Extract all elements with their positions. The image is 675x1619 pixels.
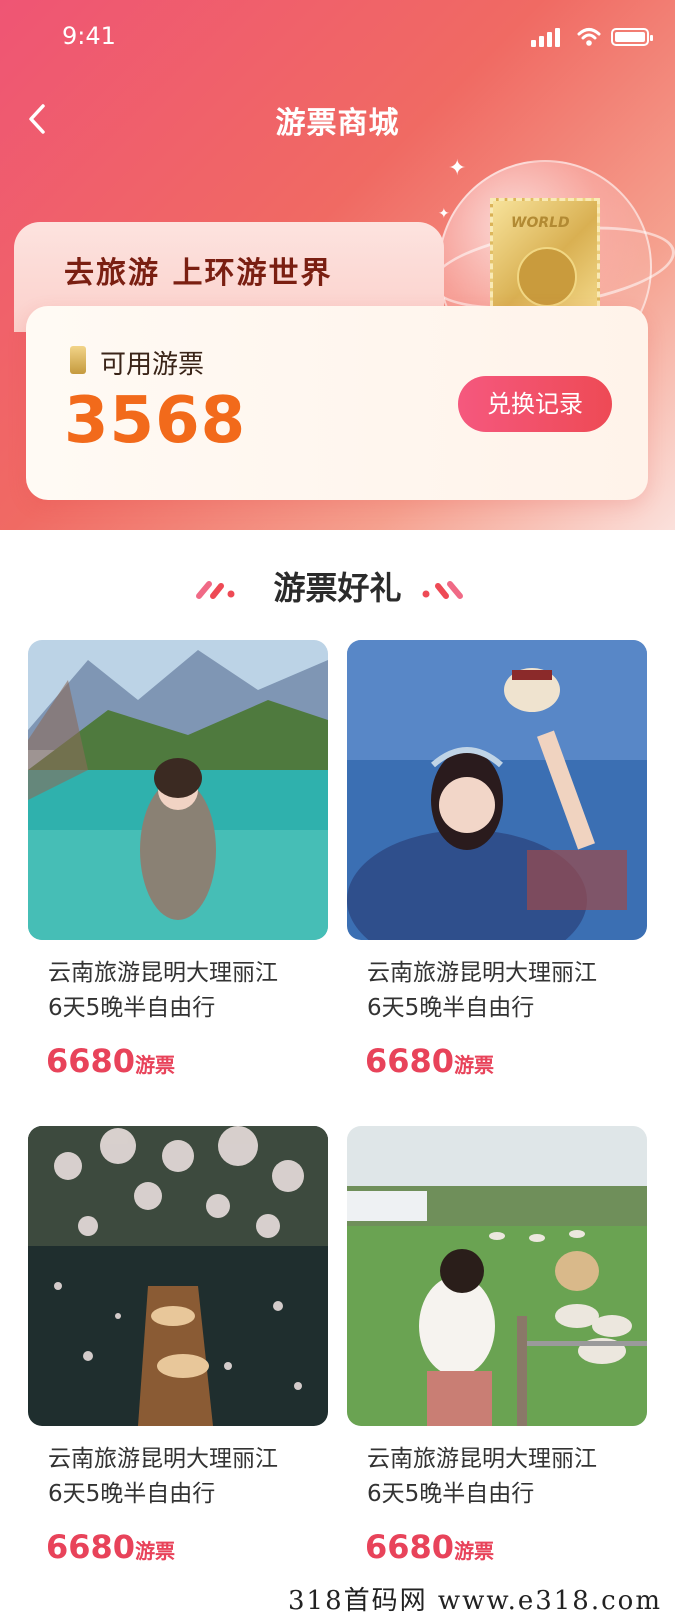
exchange-history-button[interactable]: 兑换记录 — [458, 376, 612, 432]
sparkle-icon: ✦ — [438, 206, 450, 222]
balance-label: 可用游票 — [100, 350, 205, 380]
product-price: 6680游票 — [365, 1042, 495, 1080]
slogan-text: 去旅游 上环游世界 — [64, 256, 333, 291]
status-icons — [531, 26, 653, 50]
product-image-sheep-field[interactable] — [347, 1126, 647, 1426]
product-card[interactable]: 云南旅游昆明大理丽江 6天5晚半自由行 6680游票 — [28, 1126, 328, 1576]
hero-banner: 9:41 游票商城 WORLD ✦ ✦ 去旅游 上环游世界 可用游票 3568 … — [0, 0, 675, 530]
product-price: 6680游票 — [46, 1528, 176, 1566]
product-image-blossom-boat[interactable] — [28, 1126, 328, 1426]
page-title: 游票商城 — [275, 106, 400, 141]
product-price: 6680游票 — [46, 1042, 176, 1080]
section-decoration-right — [422, 581, 463, 599]
section-title: 游票好礼 — [273, 569, 402, 607]
product-card[interactable]: 云南旅游昆明大理丽江 6天5晚半自由行 6680游票 — [347, 1126, 647, 1576]
status-time: 9:41 — [62, 22, 116, 50]
product-card[interactable]: 云南旅游昆明大理丽江 6天5晚半自由行 6680游票 — [347, 640, 647, 1090]
product-image-lake[interactable] — [28, 640, 328, 940]
ticket-coin-icon — [70, 346, 86, 374]
sparkle-icon: ✦ — [448, 156, 467, 181]
product-title: 云南旅游昆明大理丽江 6天5晚半自由行 — [48, 960, 278, 1021]
balance-value: 3568 — [64, 384, 247, 458]
product-title: 云南旅游昆明大理丽江 6天5晚半自由行 — [367, 960, 597, 1021]
product-card[interactable]: 云南旅游昆明大理丽江 6天5晚半自由行 6680游票 — [28, 640, 328, 1090]
world-ticket-icon: WORLD — [490, 198, 600, 316]
battery-icon — [611, 28, 653, 46]
watermark: 318首码网 www.e318.com — [288, 1586, 662, 1616]
product-title: 云南旅游昆明大理丽江 6天5晚半自由行 — [367, 1446, 597, 1507]
earth-icon — [517, 247, 577, 307]
section-header: 游票好礼 — [0, 566, 675, 610]
product-price: 6680游票 — [365, 1528, 495, 1566]
product-image-dancer[interactable] — [347, 640, 647, 940]
product-title: 云南旅游昆明大理丽江 6天5晚半自由行 — [48, 1446, 278, 1507]
wifi-icon — [577, 28, 601, 46]
